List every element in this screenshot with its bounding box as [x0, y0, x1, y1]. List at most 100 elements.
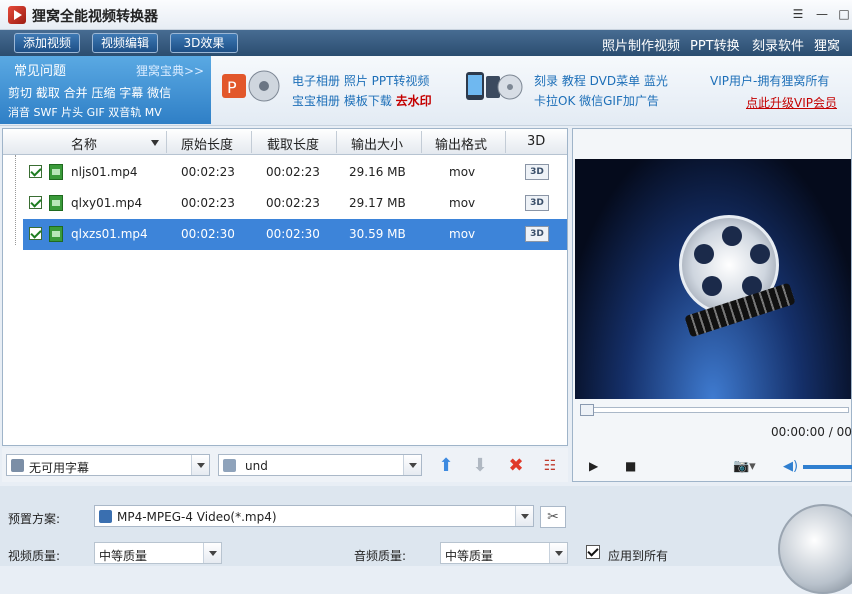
output-format: mov [449, 196, 476, 210]
3d-icon[interactable]: 3D [525, 164, 549, 180]
volume-icon[interactable]: ◀) [783, 459, 798, 474]
sort-down-icon[interactable] [151, 140, 159, 146]
promo-banner: 常见问题 狸窝宝典>> 剪切 截取 合并 压缩 字幕 微信 消音 SWF 片头 … [0, 56, 852, 126]
audio-track-select[interactable]: und [218, 454, 422, 476]
burn-links-row1[interactable]: 刻录 教程 DVD菜单 蓝光 [534, 72, 668, 89]
col-3d[interactable]: 3D [527, 134, 545, 149]
row-checkbox[interactable] [29, 227, 42, 240]
file-name: qlxy01.mp4 [71, 196, 143, 210]
faq-more-link[interactable]: 狸窝宝典>> [136, 62, 204, 79]
file-list: 名称 原始长度 截取长度 输出大小 输出格式 3D nljs01.mp4 00:… [2, 128, 568, 446]
video-edit-button[interactable]: 视频编辑 [92, 33, 159, 53]
ppt-album-icon[interactable]: P [220, 66, 280, 106]
3d-icon[interactable]: 3D [525, 195, 549, 211]
preset-select[interactable]: MP4-MPEG-4 Video(*.mp4) [94, 505, 534, 527]
faq-links-row1[interactable]: 剪切 截取 合并 压缩 字幕 微信 [8, 84, 171, 101]
original-length: 00:02:23 [181, 196, 235, 210]
maximize-button[interactable]: □ [836, 6, 852, 22]
output-size: 30.59 MB [349, 227, 406, 241]
list-controls: 无可用字幕 und ⬆ ⬇ ✖ ☷ [2, 448, 568, 482]
upgrade-vip-link[interactable]: 点此升级VIP会员 [746, 94, 837, 111]
burn-software-link[interactable]: 刻录软件 [752, 35, 804, 54]
minimize-button[interactable]: — [814, 6, 830, 22]
ppt-convert-link[interactable]: PPT转换 [690, 35, 740, 54]
column-divider [336, 131, 337, 153]
col-cut-length[interactable]: 截取长度 [267, 134, 319, 153]
snapshot-icon[interactable]: 📷▾ [733, 459, 756, 474]
preset-label: 预置方案: [8, 512, 61, 526]
audio-quality-select[interactable]: 中等质量 [440, 542, 568, 564]
menu-icon[interactable]: ☰ [790, 6, 806, 22]
chevron-down-icon[interactable] [191, 455, 209, 475]
subtitle-select[interactable]: 无可用字幕 [6, 454, 210, 476]
video-file-icon [49, 164, 63, 180]
video-quality-select[interactable]: 中等质量 [94, 542, 222, 564]
volume-slider[interactable] [803, 465, 852, 469]
column-divider [421, 131, 422, 153]
move-up-icon[interactable]: ⬆ [436, 456, 456, 476]
faq-links-row2[interactable]: 消音 SWF 片头 GIF 双音轨 MV [8, 104, 162, 120]
play-icon[interactable]: ▶ [589, 459, 598, 473]
watermark-removal-link[interactable]: 去水印 [396, 94, 432, 108]
seek-bar[interactable] [580, 404, 849, 416]
photo-to-video-link[interactable]: 照片制作视频 [602, 35, 680, 54]
original-length: 00:02:23 [181, 165, 235, 179]
video-file-icon [49, 226, 63, 242]
album-links-text[interactable]: 宝宝相册 模板下载 [292, 94, 396, 108]
col-output-format[interactable]: 输出格式 [435, 134, 487, 153]
faq-box: 常见问题 狸窝宝典>> 剪切 截取 合并 压缩 字幕 微信 消音 SWF 片头 … [0, 56, 211, 124]
row-checkbox[interactable] [29, 196, 42, 209]
time-display: 00:00:00 / 00:0 [771, 425, 852, 439]
reel-hole [702, 276, 722, 296]
3d-icon[interactable]: 3D [525, 226, 549, 242]
cut-length: 00:02:23 [266, 196, 320, 210]
output-size: 29.17 MB [349, 196, 406, 210]
reel-hole [750, 244, 770, 264]
chevron-down-icon[interactable] [203, 543, 221, 563]
burn-links-row2[interactable]: 卡拉OK 微信GIF加广告 [534, 92, 659, 109]
main-toolbar: 添加视频 视频编辑 3D效果 照片制作视频 PPT转换 刻录软件 狸窝宝 [0, 30, 852, 73]
window-title: 狸窝全能视频转换器 [32, 9, 158, 25]
apply-all-checkbox[interactable] [586, 545, 600, 559]
seek-handle[interactable] [580, 404, 594, 416]
row-checkbox[interactable] [29, 165, 42, 178]
chevron-down-icon[interactable] [403, 455, 421, 475]
subtitle-value: 无可用字幕 [29, 461, 90, 475]
album-links-row1[interactable]: 电子相册 照片 PPT转视频 [292, 72, 429, 89]
video-quality-value: 中等质量 [99, 549, 148, 563]
svg-text:P: P [227, 78, 237, 97]
dvd-burn-icon[interactable] [464, 66, 524, 106]
album-links-row2[interactable]: 宝宝相册 模板下载 去水印 [292, 92, 432, 109]
table-row-selected[interactable]: qlxzs01.mp4 00:02:30 00:02:30 30.59 MB m… [23, 219, 567, 250]
col-original-length[interactable]: 原始长度 [181, 134, 233, 153]
file-rows: nljs01.mp4 00:02:23 00:02:23 29.16 MB mo… [3, 155, 567, 255]
clear-list-icon[interactable]: ☷ [540, 456, 560, 476]
chevron-down-icon[interactable] [515, 506, 533, 526]
file-name: nljs01.mp4 [71, 165, 138, 179]
settings-tools-icon[interactable]: ✂ [540, 506, 566, 528]
table-row[interactable]: qlxy01.mp4 00:02:23 00:02:23 29.17 MB mo… [3, 188, 567, 219]
faq-title[interactable]: 常见问题 [14, 60, 66, 79]
chevron-down-icon[interactable] [549, 543, 567, 563]
audio-track-value: und [245, 459, 268, 473]
stop-icon[interactable]: ■ [625, 459, 636, 473]
app-logo-icon [8, 6, 26, 24]
audio-quality-label: 音频质量: [354, 549, 407, 563]
column-divider [166, 131, 167, 153]
move-down-icon[interactable]: ⬇ [470, 456, 490, 476]
video-format-icon [99, 510, 112, 523]
convert-button[interactable] [778, 504, 852, 594]
col-output-size[interactable]: 输出大小 [351, 134, 403, 153]
3d-effect-button[interactable]: 3D效果 [170, 33, 238, 53]
table-row[interactable]: nljs01.mp4 00:02:23 00:02:23 29.16 MB mo… [3, 157, 567, 188]
col-name[interactable]: 名称 [71, 134, 97, 153]
vip-text: VIP用户-拥有狸窝所有 [710, 74, 830, 88]
delete-icon[interactable]: ✖ [506, 456, 526, 476]
output-size: 29.16 MB [349, 165, 406, 179]
add-video-button[interactable]: 添加视频 [14, 33, 81, 53]
video-file-icon [49, 195, 63, 211]
column-divider [505, 131, 506, 153]
video-quality-label: 视频质量: [8, 549, 61, 563]
output-format: mov [449, 227, 476, 241]
original-length: 00:02:30 [181, 227, 235, 241]
